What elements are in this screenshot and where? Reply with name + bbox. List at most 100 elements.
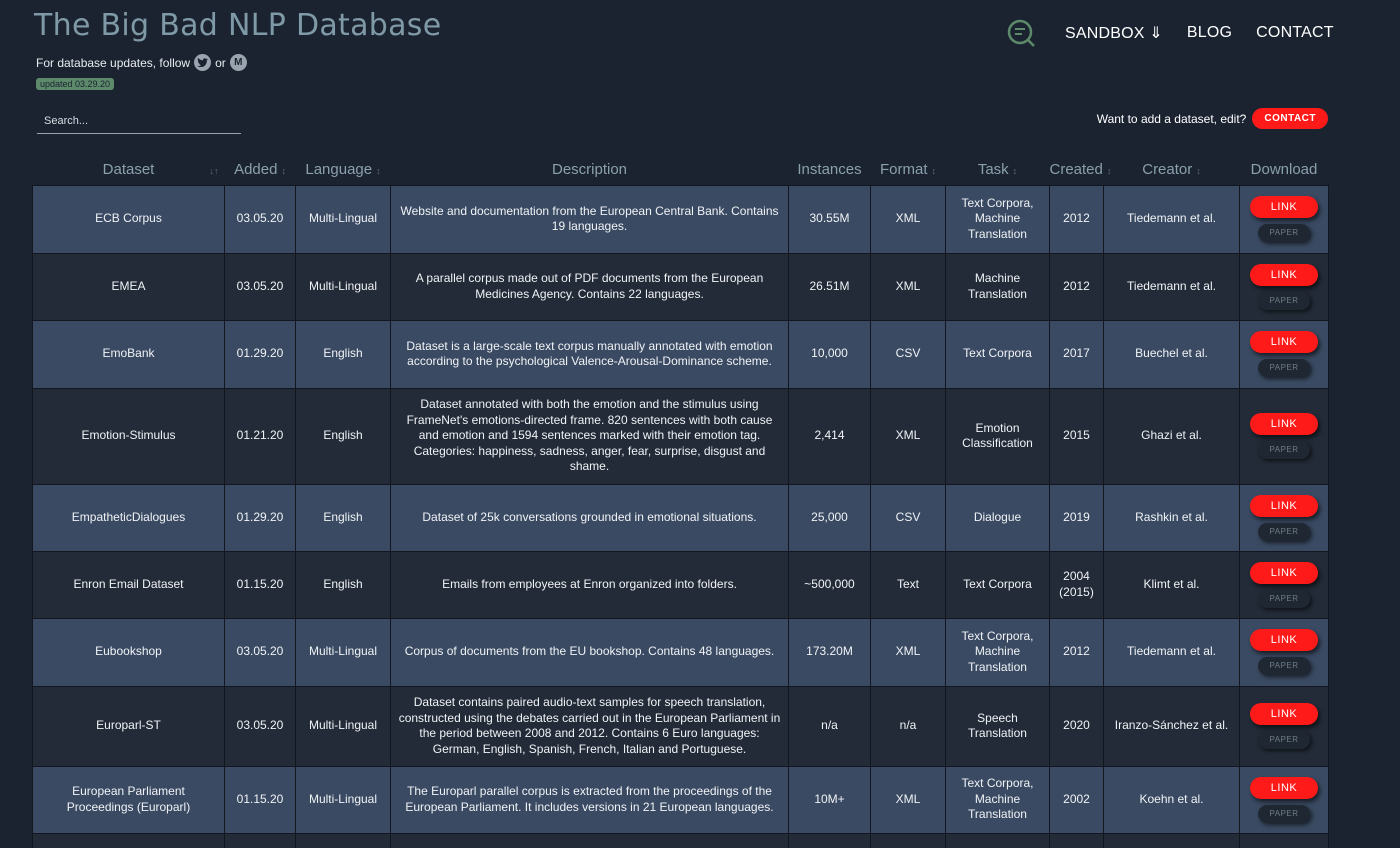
paper-button[interactable]: PAPER — [1258, 522, 1310, 541]
cell-created: 2015 — [1049, 387, 1104, 485]
dataset-table: Dataset ↓↑ Added ↕ Language ↕ Description I… — [32, 155, 1329, 848]
paper-button[interactable]: PAPER — [1258, 224, 1310, 242]
nav-blog[interactable]: BLOG — [1187, 24, 1232, 42]
cell-instances: 173.20M — [788, 617, 871, 687]
cell-language: English — [295, 483, 391, 552]
search-input[interactable] — [37, 109, 241, 133]
paper-button[interactable]: PAPER — [1258, 589, 1310, 608]
cell-dataset: Europarl-ST — [32, 685, 225, 767]
cell-task: Speech Translation — [945, 685, 1050, 767]
cell-created: 2012 — [1049, 617, 1104, 687]
paper-button[interactable]: PAPER — [1258, 359, 1310, 377]
cell-format: XML — [870, 765, 946, 834]
cell-created: 2017 — [1049, 319, 1104, 389]
header-language[interactable]: Language ↕ — [296, 155, 391, 185]
header-label: Created — [1049, 161, 1103, 179]
cell-download: LINK PAPER — [1239, 319, 1329, 389]
cell-creator: Buechel et al. — [1103, 319, 1240, 389]
follow-text: For database updates, follow — [36, 55, 191, 70]
cell-instances: 10,000 — [788, 319, 871, 389]
cell-description: Dataset contains paired audio-text sampl… — [390, 685, 789, 767]
cell-added: 03.05.20 — [224, 617, 296, 687]
cell-created: 2012 — [1049, 252, 1104, 321]
follow-line: For database updates, follow or M — [36, 54, 247, 71]
link-button[interactable]: LINK — [1250, 561, 1318, 584]
link-button[interactable]: LINK — [1250, 494, 1318, 517]
sort-icon[interactable]: ↕ — [932, 166, 937, 176]
sort-icon[interactable]: ↓↑ — [210, 166, 219, 176]
link-button[interactable]: LINK — [1250, 776, 1318, 799]
cell-download: LINK PAPER — [1239, 617, 1329, 687]
table-row: EmoBank 01.29.20 English Dataset is a la… — [32, 319, 1329, 389]
cell-instances: n/a — [788, 685, 871, 767]
cell-dataset: EmpatheticDialogues — [32, 483, 225, 552]
cell-creator: Ghazi et al. — [1103, 387, 1240, 485]
cell-format: Text — [870, 550, 946, 619]
cell-instances: 10M+ — [788, 765, 871, 834]
paper-button[interactable]: PAPER — [1258, 291, 1310, 310]
updated-badge: updated 03.29.20 — [36, 78, 115, 90]
cell-task: Dialogue — [945, 483, 1050, 552]
cell-language: Multi-Lingual — [295, 765, 391, 834]
header-created[interactable]: Created ↕ — [1049, 155, 1112, 185]
link-button[interactable]: LINK — [1250, 703, 1318, 725]
paper-button[interactable]: PAPER — [1258, 731, 1310, 749]
nav-contact[interactable]: CONTACT — [1256, 24, 1334, 42]
link-button[interactable]: LINK — [1250, 331, 1318, 353]
q-logo-icon[interactable] — [1006, 18, 1036, 48]
cell-description: Dataset of 25k conversations grounded in… — [390, 483, 789, 552]
medium-icon[interactable]: M — [229, 54, 247, 71]
header-format[interactable]: Format ↕ — [871, 155, 946, 185]
cell-added: 01.15.20 — [224, 765, 296, 834]
cell-creator: Iranzo-Sánchez et al. — [1103, 685, 1240, 767]
cell-instances: 2,414 — [788, 387, 871, 485]
header-label: Language — [305, 161, 373, 179]
header-task[interactable]: Task ↕ — [946, 155, 1050, 185]
cell-language: English — [295, 387, 391, 485]
header-label: Dataset — [102, 161, 155, 179]
header-dataset[interactable]: Dataset ↓↑ — [33, 155, 225, 185]
cell-language: English — [295, 550, 391, 619]
twitter-icon[interactable] — [194, 54, 212, 71]
cell-description: Dataset is a large-scale text corpus man… — [390, 319, 789, 389]
cell-task: Emotion Classification — [945, 387, 1050, 485]
cell-added: 01.29.20 — [224, 483, 296, 552]
sort-icon[interactable]: ↕ — [1196, 166, 1201, 176]
table-row: Enron Email Dataset 01.15.20 English Ema… — [32, 550, 1329, 619]
cell-download: LINK PAPER — [1239, 252, 1329, 321]
nav-sandbox[interactable]: SANDBOX ⇓ — [1065, 23, 1163, 43]
header-added[interactable]: Added ↕ — [225, 155, 296, 185]
cell-dataset: EMEA — [32, 252, 225, 321]
cell-description: Website and documentation from the Europ… — [390, 184, 789, 254]
sort-icon[interactable]: ↕ — [281, 166, 286, 176]
cell-format: XML — [870, 387, 946, 485]
search-wrap — [37, 109, 241, 134]
table-row: EmpatheticDialogues 01.29.20 English Dat… — [32, 483, 1329, 552]
cell-download: LINK PAPER — [1239, 685, 1329, 767]
paper-button[interactable]: PAPER — [1258, 657, 1310, 675]
cell-instances: 30.55M — [788, 184, 871, 254]
cell-added: 03.05.20 — [224, 685, 296, 767]
sort-icon[interactable]: ↕ — [1013, 166, 1018, 176]
cell-download: LINK PAPER — [1239, 483, 1329, 552]
link-button[interactable]: LINK — [1250, 263, 1318, 286]
cell-description: A parallel corpus made out of PDF docume… — [390, 252, 789, 321]
paper-button[interactable]: PAPER — [1258, 441, 1310, 459]
link-button[interactable]: LINK — [1250, 413, 1318, 435]
cell-task: Text Corpora, Machine Translation — [945, 184, 1050, 254]
cell-task: Machine Translation — [945, 252, 1050, 321]
paper-button[interactable]: PAPER — [1258, 804, 1310, 823]
contact-button[interactable]: CONTACT — [1252, 108, 1328, 129]
link-button[interactable]: LINK — [1250, 629, 1318, 651]
cell-added: 01.29.20 — [224, 319, 296, 389]
cell-description: The Europarl parallel corpus is extracte… — [390, 765, 789, 834]
cell-format: XML — [870, 617, 946, 687]
header-creator[interactable]: Creator ↕ — [1104, 155, 1240, 185]
add-dataset-text: Want to add a dataset, edit? — [1096, 111, 1247, 126]
cell-created: 2020 — [1049, 685, 1104, 767]
sort-icon[interactable]: ↕ — [376, 166, 381, 176]
cell-format: CSV — [870, 319, 946, 389]
cell-format: XML — [870, 252, 946, 321]
cell-description: Corpus of documents from the EU bookshop… — [390, 617, 789, 687]
link-button[interactable]: LINK — [1250, 196, 1318, 218]
